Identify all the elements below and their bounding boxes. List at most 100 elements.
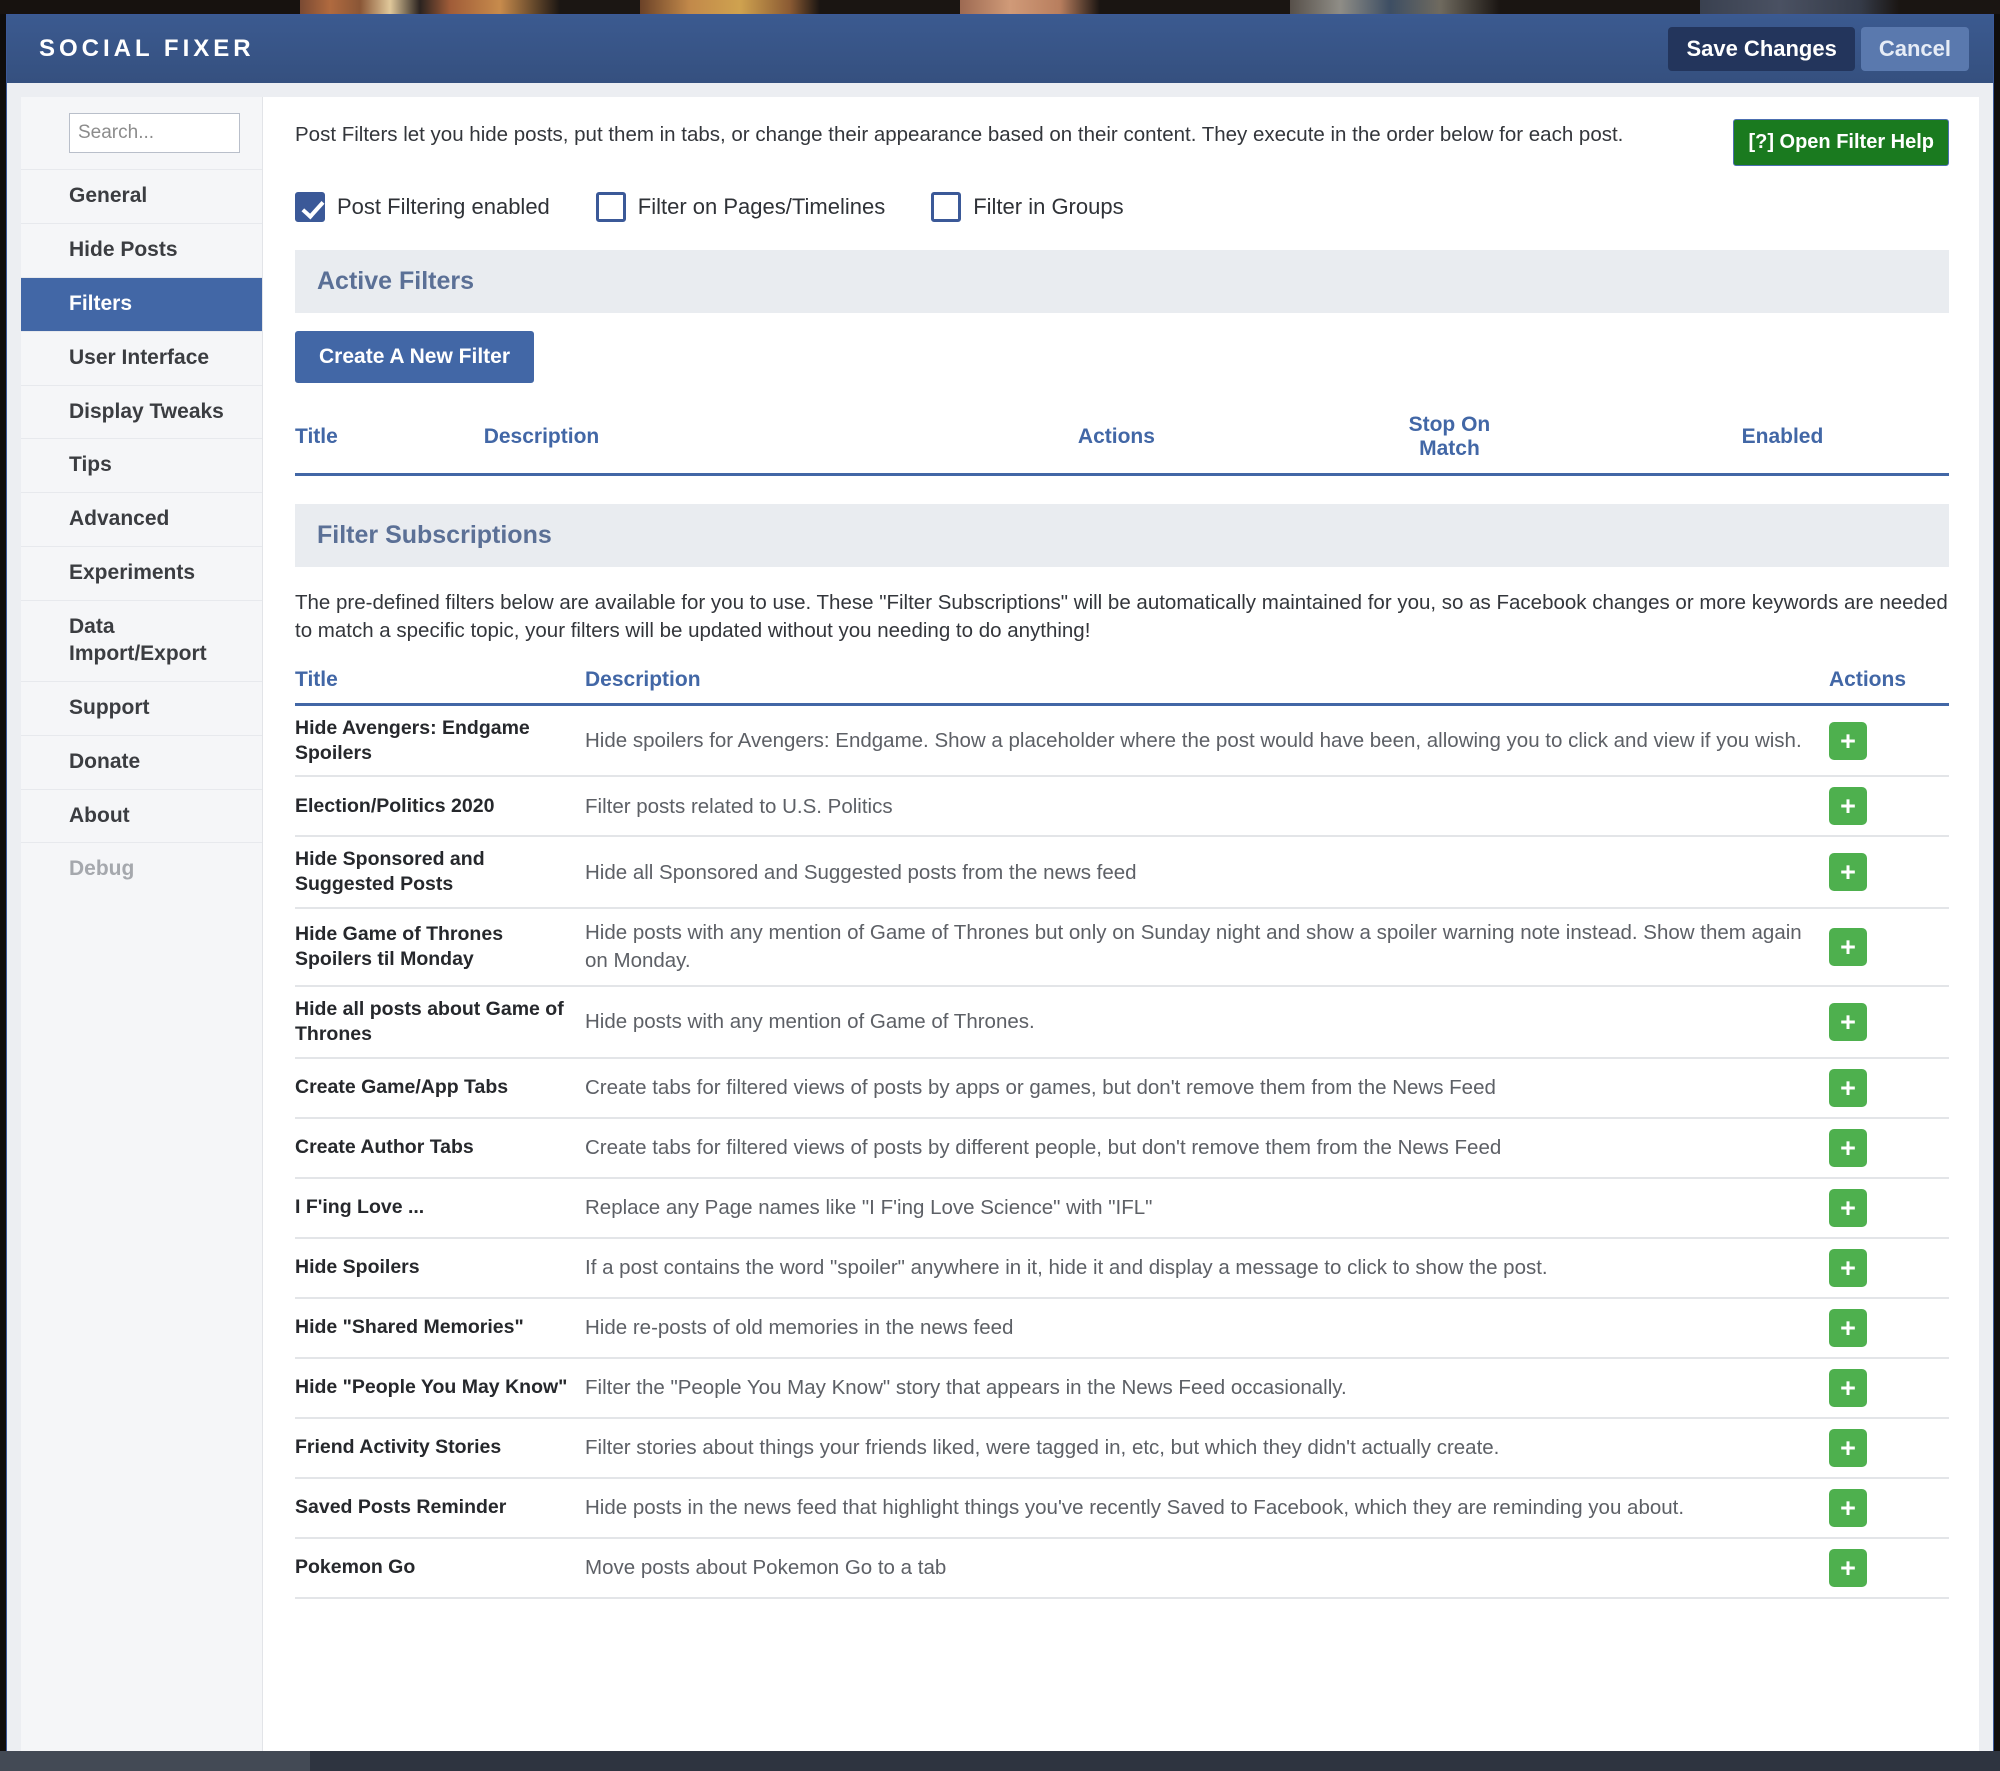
sidebar-item-general[interactable]: General [21,169,262,223]
table-row: Hide "People You May Know" Filter the "Pe… [295,1357,1949,1419]
table-row: Saved Posts Reminder Hide posts in the ne… [295,1477,1949,1539]
subscription-title: Hide "People You May Know" [295,1357,585,1419]
add-subscription-plus-icon[interactable]: + [1829,1488,1867,1527]
checkbox-label: Filter in Groups [973,194,1124,219]
save-changes-button[interactable]: Save Changes [1668,27,1855,71]
subscription-title: Hide Sponsored and Suggested Posts [295,836,585,910]
subs-col-header-title[interactable]: Title [295,667,585,706]
col-header-description[interactable]: Description [483,405,950,476]
checkbox-checked-icon[interactable] [295,192,325,222]
table-row: Hide Sponsored and Suggested Posts Hide a… [295,836,1949,910]
add-subscription-plus-icon[interactable]: + [1829,1308,1867,1347]
checkbox-unchecked-icon[interactable] [595,192,626,222]
subscription-actions-cell: + [1829,1117,1949,1179]
subscription-actions-cell: + [1829,1477,1949,1539]
active-filters-header-row: Title Description Actions Stop On Match E… [295,405,1949,476]
cancel-button[interactable]: Cancel [1860,27,1969,71]
filter-subscriptions-section-header: Filter Subscriptions [295,504,1949,567]
filters-intro-text: Post Filters let you hide posts, put the… [295,123,1624,146]
sidebar-item-tips[interactable]: Tips [21,438,262,492]
filter-subscriptions-table: Title Description Actions Hide Avengers:… [295,667,1949,1599]
sidebar-item-display-tweaks[interactable]: Display Tweaks [21,384,262,439]
checkbox-label: Post Filtering enabled [337,194,550,219]
table-row: Hide Game of Thrones Spoilers til Monday… [295,908,1949,987]
col-header-stop-on-match[interactable]: Stop On Match [1282,405,1616,476]
add-subscription-plus-icon[interactable]: + [1829,853,1867,892]
table-row: Hide Spoilers If a post contains the word… [295,1237,1949,1299]
subscription-description: Hide posts with any mention of Game of T… [585,908,1829,987]
subscription-description: Hide spoilers for Avengers: Endgame. Sho… [585,704,1829,778]
dialog-body: GeneralHide PostsFiltersUser InterfaceDi… [7,83,1993,1753]
checkbox-post-filtering-enabled[interactable]: Post Filtering enabled [295,192,550,222]
sidebar-item-filters[interactable]: Filters [21,276,262,331]
subscription-actions-cell: + [1829,1297,1949,1359]
subscription-description: Hide all Sponsored and Suggested posts f… [585,836,1829,910]
subscription-title: Hide Avengers: Endgame Spoilers [295,704,585,778]
app-title: SOCIAL FIXER [39,35,255,62]
add-subscription-plus-icon[interactable]: + [1829,1248,1867,1287]
subs-col-header-actions[interactable]: Actions [1829,667,1949,706]
titlebar-actions: Save Changes Cancel [1668,27,1969,71]
sidebar-item-debug: Debug [21,842,262,896]
sidebar-item-user-interface[interactable]: User Interface [21,330,262,385]
add-subscription-plus-icon[interactable]: + [1829,1188,1867,1227]
add-subscription-plus-icon[interactable]: + [1829,1068,1867,1107]
add-subscription-plus-icon[interactable]: + [1829,1368,1867,1407]
subscription-actions-cell: + [1829,1357,1949,1419]
add-subscription-plus-icon[interactable]: + [1829,721,1867,760]
add-subscription-plus-icon[interactable]: + [1829,1428,1867,1467]
settings-sidebar: GeneralHide PostsFiltersUser InterfaceDi… [21,97,263,1753]
subscription-description: Move posts about Pokemon Go to a tab [585,1537,1829,1599]
subscription-title: Election/Politics 2020 [295,776,585,838]
subs-col-header-description[interactable]: Description [585,667,1829,706]
add-subscription-plus-icon[interactable]: + [1829,1128,1867,1167]
filter-options-checkbox-row: Post Filtering enabled Filter on Pages/Ti… [295,192,1949,222]
table-row: Create Author Tabs Create tabs for filter… [295,1117,1949,1179]
sidebar-item-data-import-export[interactable]: Data Import/Export [21,600,262,681]
col-header-actions[interactable]: Actions [949,405,1283,476]
add-subscription-plus-icon[interactable]: + [1829,1002,1867,1041]
subscription-description: Hide posts with any mention of Game of T… [585,985,1829,1059]
sidebar-item-advanced[interactable]: Advanced [21,492,262,546]
checkbox-filter-on-pages-timelines[interactable]: Filter on Pages/Timelines [595,192,885,222]
subscription-description: Create tabs for filtered views of posts … [585,1057,1829,1119]
sidebar-search-wrap [21,113,262,169]
subscription-description: Filter posts related to U.S. Politics [585,776,1829,838]
subscription-actions-cell: + [1829,1237,1949,1299]
dialog-titlebar: SOCIAL FIXER Save Changes Cancel [7,15,1993,83]
subscription-title: Hide all posts about Game of Thrones [295,985,585,1059]
sidebar-item-hide-posts[interactable]: Hide Posts [21,222,262,277]
checkbox-unchecked-icon[interactable] [931,192,962,222]
table-row: Hide Avengers: Endgame Spoilers Hide spoi… [295,704,1949,778]
subscription-description: Hide re-posts of old memories in the new… [585,1297,1829,1359]
sidebar-item-about[interactable]: About [21,788,262,843]
page-backdrop-top [0,0,2000,14]
subscription-actions-cell: + [1829,1177,1949,1239]
subscription-actions-cell: + [1829,985,1949,1059]
subscription-title: Friend Activity Stories [295,1417,585,1479]
sidebar-nav-list: General Hide Posts Filters User Interface Di… [21,169,262,896]
add-subscription-plus-icon[interactable]: + [1829,1548,1867,1587]
add-subscription-plus-icon[interactable]: + [1829,928,1867,967]
add-subscription-plus-icon[interactable]: + [1829,787,1867,826]
checkbox-filter-in-groups[interactable]: Filter in Groups [931,192,1124,222]
sidebar-item-support[interactable]: Support [21,680,262,735]
col-header-enabled[interactable]: Enabled [1615,405,1949,476]
subscription-title: Create Author Tabs [295,1117,585,1179]
col-header-title[interactable]: Title [295,405,484,476]
search-input[interactable] [69,113,240,153]
open-filter-help-button[interactable]: [?] Open Filter Help [1733,119,1949,166]
table-row: Pokemon Go Move posts about Pokemon Go to… [295,1537,1949,1599]
table-row: I F'ing Love ... Replace any Page names l… [295,1177,1949,1239]
subscription-title: Saved Posts Reminder [295,1477,585,1539]
subscriptions-header-row: Title Description Actions [295,667,1949,706]
subscription-description: Create tabs for filtered views of posts … [585,1117,1829,1179]
sidebar-item-donate[interactable]: Donate [21,734,262,789]
create-new-filter-button[interactable]: Create A New Filter [295,331,534,383]
settings-main-panel: Post Filters let you hide posts, put the… [263,97,1979,1753]
subscription-title: I F'ing Love ... [295,1177,585,1239]
table-row: Election/Politics 2020 Filter posts relat… [295,776,1949,838]
sidebar-item-experiments[interactable]: Experiments [21,546,262,600]
subscription-actions-cell: + [1829,836,1949,910]
main-tail-spacer [295,1599,1949,1635]
